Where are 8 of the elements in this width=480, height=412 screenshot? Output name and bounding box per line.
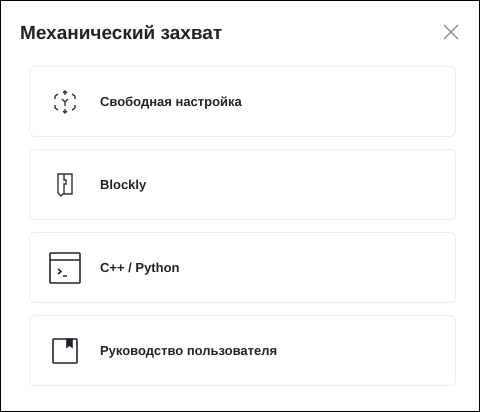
bookmark-book-icon: [52, 338, 78, 364]
option-card[interactable]: Руководство пользователя: [29, 315, 456, 386]
option-card[interactable]: Blockly: [29, 149, 456, 220]
terminal-icon: [49, 252, 81, 284]
option-card[interactable]: C++ / Python: [29, 232, 456, 303]
dialog-title: Механический захват: [20, 22, 222, 46]
close-icon[interactable]: [443, 24, 459, 40]
option-card[interactable]: Свободная настройка: [29, 66, 456, 137]
